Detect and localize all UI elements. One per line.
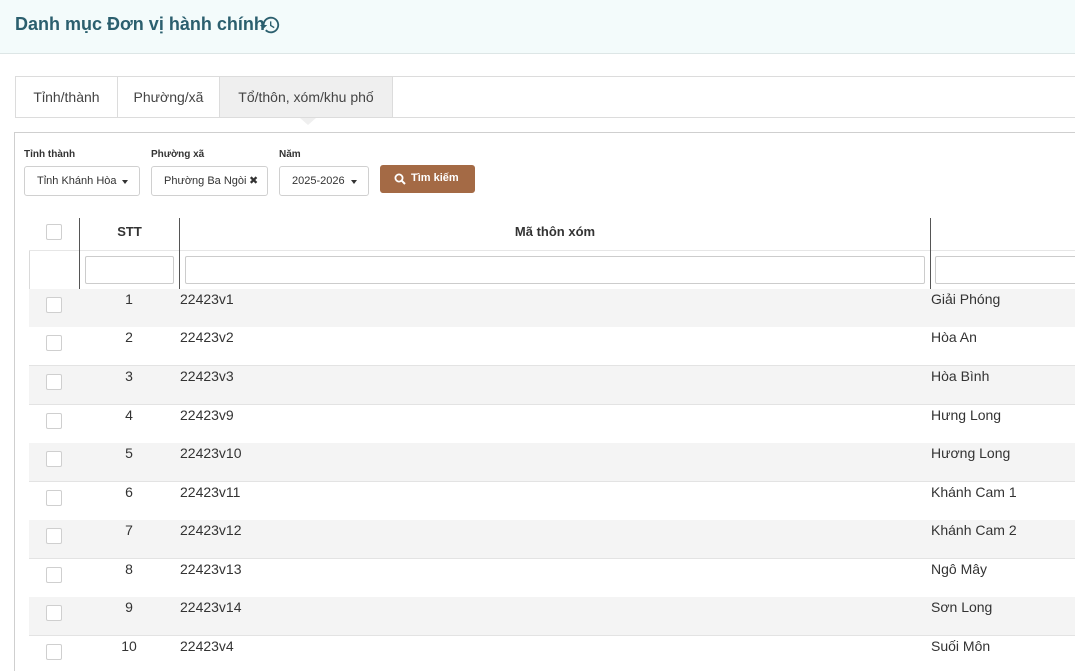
row-code: 22423v13 — [180, 561, 242, 577]
year-value: 2025-2026 — [292, 175, 345, 187]
year-label: Năm — [279, 149, 301, 160]
column-header-stt[interactable]: STT — [80, 224, 179, 239]
tab-ward[interactable]: Phường/xã — [118, 77, 220, 117]
table-row[interactable]: 5 22423v10 Hương Long — [29, 443, 1075, 482]
row-name: Suối Môn — [931, 638, 991, 654]
year-select[interactable]: 2025-2026 — [279, 166, 369, 196]
row-checkbox[interactable] — [46, 605, 62, 621]
row-name: Ngô Mây — [931, 561, 988, 577]
select-all-checkbox[interactable] — [46, 224, 62, 240]
row-code: 22423v12 — [180, 522, 242, 538]
table-row[interactable]: 2 22423v2 Hòa An — [29, 327, 1075, 366]
province-label: Tỉnh thành — [24, 149, 76, 160]
ward-value: Phường Ba Ngòi — [164, 175, 247, 187]
table-row[interactable]: 10 22423v4 Suối Môn — [29, 636, 1075, 671]
row-code: 22423v11 — [180, 484, 241, 500]
row-checkbox[interactable] — [46, 528, 62, 544]
page-title: Danh mục Đơn vị hành chính — [15, 14, 265, 34]
row-checkbox[interactable] — [46, 374, 62, 390]
column-divider — [179, 218, 180, 290]
page-header: Danh mục Đơn vị hành chính — [0, 0, 1075, 54]
row-checkbox[interactable] — [46, 297, 62, 313]
row-name: Hòa Bình — [931, 368, 990, 384]
table-row[interactable]: 4 22423v9 Hưng Long — [29, 405, 1075, 444]
table-row[interactable]: 3 22423v3 Hòa Bình — [29, 366, 1075, 405]
clear-icon[interactable]: ✖ — [249, 167, 258, 195]
row-name: Sơn Long — [931, 599, 993, 615]
table-row[interactable]: 6 22423v11 Khánh Cam 1 — [29, 482, 1075, 521]
province-select[interactable]: Tỉnh Khánh Hòa — [24, 166, 140, 196]
row-checkbox[interactable] — [46, 490, 62, 506]
row-name: Hương Long — [931, 445, 1011, 461]
row-name: Giải Phóng — [931, 291, 1001, 307]
search-button-label: Tìm kiếm — [411, 172, 459, 184]
province-value: Tỉnh Khánh Hòa — [37, 175, 117, 187]
row-stt: 3 — [125, 368, 133, 384]
table-row[interactable]: 9 22423v14 Sơn Long — [29, 597, 1075, 636]
tab-province[interactable]: Tỉnh/thành — [16, 77, 118, 117]
row-name: Khánh Cam 1 — [931, 484, 1017, 500]
code-filter-input[interactable] — [185, 256, 925, 284]
row-checkbox[interactable] — [46, 451, 62, 467]
ward-select[interactable]: Phường Ba Ngòi ✖ — [151, 166, 268, 196]
row-code: 22423v3 — [180, 368, 234, 384]
column-divider — [930, 218, 931, 290]
row-checkbox[interactable] — [46, 567, 62, 583]
row-stt: 7 — [125, 522, 133, 538]
row-code: 22423v9 — [180, 407, 234, 423]
row-name: Khánh Cam 2 — [931, 522, 1017, 538]
row-code: 22423v1 — [180, 291, 234, 307]
row-stt: 2 — [125, 329, 133, 345]
row-code: 22423v4 — [180, 638, 234, 654]
column-header-code[interactable]: Mã thôn xóm — [180, 224, 930, 239]
row-checkbox[interactable] — [46, 644, 62, 660]
active-tab-pointer — [300, 118, 316, 125]
stt-filter-input[interactable] — [85, 256, 174, 284]
row-code: 22423v10 — [180, 445, 242, 461]
row-stt: 1 — [125, 291, 133, 307]
row-stt: 6 — [125, 484, 133, 500]
tab-hamlet[interactable]: Tổ/thôn, xóm/khu phố — [220, 77, 393, 117]
search-button[interactable]: Tìm kiếm — [380, 165, 475, 193]
history-icon[interactable] — [259, 14, 281, 36]
row-code: 22423v2 — [180, 329, 234, 345]
row-stt: 8 — [125, 561, 133, 577]
row-stt: 4 — [125, 407, 133, 423]
row-name: Hưng Long — [931, 407, 1002, 423]
row-checkbox[interactable] — [46, 335, 62, 351]
row-name: Hòa An — [931, 329, 977, 345]
row-checkbox[interactable] — [46, 413, 62, 429]
table-row[interactable]: 1 22423v1 Giải Phóng — [29, 289, 1075, 328]
row-stt: 9 — [125, 599, 133, 615]
search-icon — [394, 173, 406, 185]
table-row[interactable]: 7 22423v12 Khánh Cam 2 — [29, 520, 1075, 559]
table-row[interactable]: 8 22423v13 Ngô Mây — [29, 559, 1075, 598]
name-filter-input[interactable] — [935, 256, 1075, 284]
ward-label: Phường xã — [151, 149, 205, 160]
chevron-down-icon — [351, 180, 357, 184]
row-code: 22423v14 — [180, 599, 242, 615]
tab-bar: Tỉnh/thành Phường/xã Tổ/thôn, xóm/khu ph… — [15, 76, 1075, 118]
chevron-down-icon — [122, 180, 128, 184]
column-divider — [79, 218, 80, 290]
row-stt: 10 — [121, 638, 137, 654]
row-stt: 5 — [125, 445, 133, 461]
